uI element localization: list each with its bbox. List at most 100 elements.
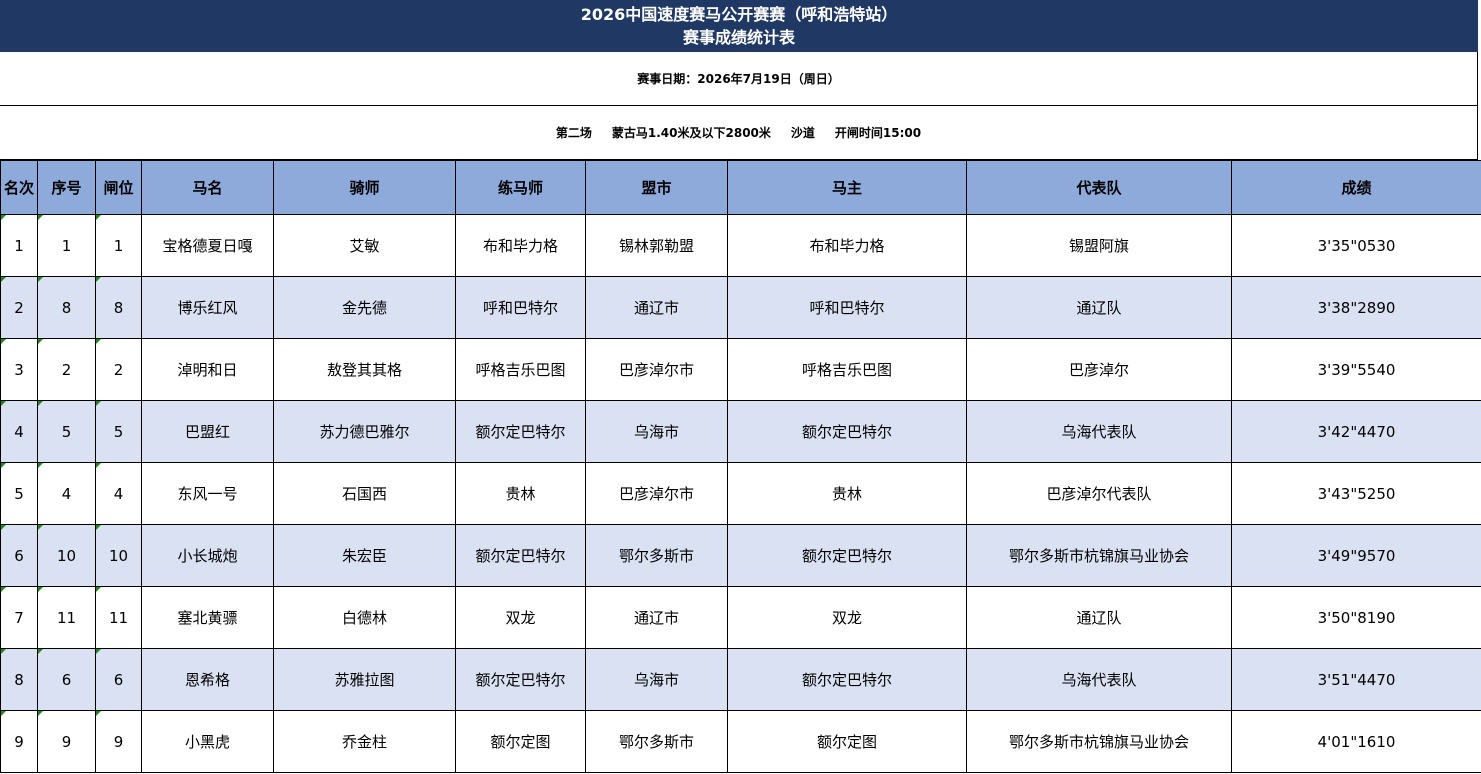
cell-number[interactable]: 9: [37, 710, 96, 773]
cell-result[interactable]: 3'50"8190: [1231, 586, 1481, 649]
cell-jockey[interactable]: 苏力德巴雅尔: [273, 400, 456, 463]
cell-text: 3'39"5540: [1317, 360, 1396, 379]
cell-result[interactable]: 4'01"1610: [1231, 710, 1481, 773]
cell-team[interactable]: 乌海代表队: [966, 648, 1232, 711]
cell-jockey[interactable]: 苏雅拉图: [273, 648, 456, 711]
cell-result[interactable]: 3'39"5540: [1231, 338, 1481, 401]
cell-text: 金先德: [341, 299, 387, 317]
cell-result[interactable]: 3'43"5250: [1231, 462, 1481, 525]
cell-horse-name[interactable]: 塞北黄骠: [141, 586, 274, 649]
cell-trainer[interactable]: 额尔定图: [455, 710, 586, 773]
cell-marker-icon: [38, 525, 43, 530]
cell-gate[interactable]: 10: [95, 524, 142, 587]
cell-owner[interactable]: 双龙: [727, 586, 967, 649]
cell-owner[interactable]: 额尔定巴特尔: [727, 648, 967, 711]
cell-trainer[interactable]: 双龙: [455, 586, 586, 649]
cell-rank[interactable]: 5: [0, 462, 38, 525]
cell-gate[interactable]: 4: [95, 462, 142, 525]
cell-marker-icon: [38, 339, 43, 344]
cell-horse-name[interactable]: 博乐红风: [141, 276, 274, 339]
cell-team[interactable]: 鄂尔多斯市杭锦旗马业协会: [966, 524, 1232, 587]
cell-league-city[interactable]: 乌海市: [585, 400, 728, 463]
cell-gate[interactable]: 9: [95, 710, 142, 773]
cell-gate[interactable]: 8: [95, 276, 142, 339]
cell-trainer[interactable]: 呼格吉乐巴图: [455, 338, 586, 401]
cell-jockey[interactable]: 乔金柱: [273, 710, 456, 773]
cell-league-city[interactable]: 锡林郭勒盟: [585, 214, 728, 277]
results-body: 1 1 1 宝格德夏日嘎 艾敏 布和毕力格 锡林郭勒盟 布和毕力格 锡盟阿旗 3'35"0530 2…: [0, 214, 1481, 773]
cell-league-city[interactable]: 通辽市: [585, 586, 728, 649]
cell-gate[interactable]: 5: [95, 400, 142, 463]
cell-team[interactable]: 锡盟阿旗: [966, 214, 1232, 277]
cell-horse-name[interactable]: 恩希格: [141, 648, 274, 711]
cell-rank[interactable]: 2: [0, 276, 38, 339]
cell-horse-name[interactable]: 小长城炮: [141, 524, 274, 587]
cell-result[interactable]: 3'51"4470: [1231, 648, 1481, 711]
cell-result[interactable]: 3'42"4470: [1231, 400, 1481, 463]
cell-horse-name[interactable]: 宝格德夏日嘎: [141, 214, 274, 277]
cell-rank[interactable]: 6: [0, 524, 38, 587]
cell-result[interactable]: 3'35"0530: [1231, 214, 1481, 277]
cell-team[interactable]: 通辽队: [966, 586, 1232, 649]
cell-gate[interactable]: 2: [95, 338, 142, 401]
cell-number[interactable]: 11: [37, 586, 96, 649]
column-header-league-city: 盟市: [585, 160, 728, 215]
cell-league-city[interactable]: 巴彦淖尔市: [585, 462, 728, 525]
cell-number[interactable]: 2: [37, 338, 96, 401]
cell-horse-name[interactable]: 巴盟红: [141, 400, 274, 463]
cell-number[interactable]: 8: [37, 276, 96, 339]
cell-number[interactable]: 10: [37, 524, 96, 587]
cell-league-city[interactable]: 乌海市: [585, 648, 728, 711]
cell-number[interactable]: 6: [37, 648, 96, 711]
cell-trainer[interactable]: 额尔定巴特尔: [455, 648, 586, 711]
cell-horse-name[interactable]: 淖明和日: [141, 338, 274, 401]
cell-gate[interactable]: 6: [95, 648, 142, 711]
cell-rank[interactable]: 9: [0, 710, 38, 773]
cell-owner[interactable]: 呼和巴特尔: [727, 276, 967, 339]
cell-league-city[interactable]: 鄂尔多斯市: [585, 710, 728, 773]
cell-rank[interactable]: 3: [0, 338, 38, 401]
cell-jockey[interactable]: 金先德: [273, 276, 456, 339]
cell-trainer[interactable]: 贵林: [455, 462, 586, 525]
cell-team[interactable]: 乌海代表队: [966, 400, 1232, 463]
cell-team[interactable]: 通辽队: [966, 276, 1232, 339]
cell-result[interactable]: 3'49"9570: [1231, 524, 1481, 587]
cell-trainer[interactable]: 布和毕力格: [455, 214, 586, 277]
cell-league-city[interactable]: 通辽市: [585, 276, 728, 339]
cell-trainer[interactable]: 呼和巴特尔: [455, 276, 586, 339]
cell-rank[interactable]: 1: [0, 214, 38, 277]
cell-trainer[interactable]: 额尔定巴特尔: [455, 400, 586, 463]
cell-jockey[interactable]: 石国西: [273, 462, 456, 525]
cell-number[interactable]: 1: [37, 214, 96, 277]
column-header-team: 代表队: [966, 160, 1232, 215]
cell-horse-name[interactable]: 小黑虎: [141, 710, 274, 773]
cell-rank[interactable]: 7: [0, 586, 38, 649]
cell-owner[interactable]: 额尔定图: [727, 710, 967, 773]
cell-gate[interactable]: 11: [95, 586, 142, 649]
cell-team[interactable]: 巴彦淖尔: [966, 338, 1232, 401]
cell-league-city[interactable]: 鄂尔多斯市: [585, 524, 728, 587]
cell-jockey[interactable]: 艾敏: [273, 214, 456, 277]
cell-rank[interactable]: 4: [0, 400, 38, 463]
cell-jockey[interactable]: 白德林: [273, 586, 456, 649]
cell-text: 塞北黄骠: [177, 609, 238, 627]
cell-gate[interactable]: 1: [95, 214, 142, 277]
cell-trainer[interactable]: 额尔定巴特尔: [455, 524, 586, 587]
cell-owner[interactable]: 额尔定巴特尔: [727, 524, 967, 587]
cell-result[interactable]: 3'38"2890: [1231, 276, 1481, 339]
cell-team[interactable]: 鄂尔多斯市杭锦旗马业协会: [966, 710, 1232, 773]
cell-owner[interactable]: 呼格吉乐巴图: [727, 338, 967, 401]
cell-text: 4: [61, 484, 72, 503]
cell-horse-name[interactable]: 东风一号: [141, 462, 274, 525]
cell-owner[interactable]: 额尔定巴特尔: [727, 400, 967, 463]
cell-league-city[interactable]: 巴彦淖尔市: [585, 338, 728, 401]
column-header-horse-name: 马名: [141, 160, 274, 215]
cell-number[interactable]: 4: [37, 462, 96, 525]
cell-owner[interactable]: 布和毕力格: [727, 214, 967, 277]
cell-team[interactable]: 巴彦淖尔代表队: [966, 462, 1232, 525]
cell-number[interactable]: 5: [37, 400, 96, 463]
cell-rank[interactable]: 8: [0, 648, 38, 711]
cell-jockey[interactable]: 敖登其其格: [273, 338, 456, 401]
cell-owner[interactable]: 贵林: [727, 462, 967, 525]
cell-jockey[interactable]: 朱宏臣: [273, 524, 456, 587]
